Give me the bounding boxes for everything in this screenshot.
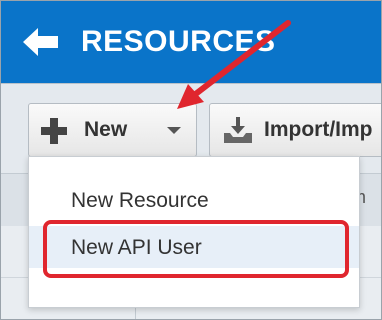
- import-icon: [224, 117, 252, 143]
- chevron-down-icon: [167, 127, 181, 134]
- annotation-highlight-box: [43, 220, 349, 278]
- new-button-label: New: [84, 118, 128, 141]
- app-frame: RESOURCES New Import/Imp m New Resource …: [0, 0, 382, 320]
- page-header: RESOURCES: [1, 1, 381, 83]
- menu-item-label: New Resource: [71, 189, 209, 212]
- arrow-left-icon[interactable]: [23, 27, 59, 57]
- plus-icon: [41, 118, 67, 144]
- new-button[interactable]: New: [28, 103, 152, 157]
- import-button-label: Import/Imp: [264, 118, 373, 141]
- new-dropdown-toggle[interactable]: [150, 103, 197, 157]
- page-title: RESOURCES: [81, 25, 276, 58]
- import-button[interactable]: Import/Imp: [209, 103, 381, 157]
- menu-item-new-resource[interactable]: New Resource: [29, 179, 359, 221]
